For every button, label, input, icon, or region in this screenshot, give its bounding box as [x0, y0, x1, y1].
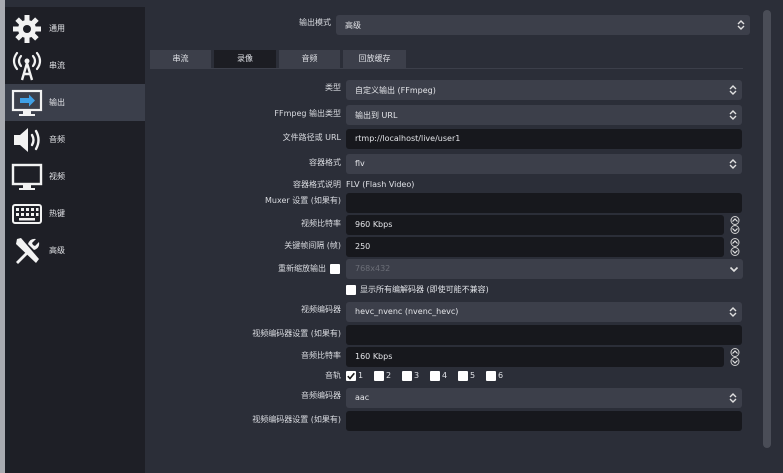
sidebar-item-stream[interactable]: 串流	[5, 47, 145, 84]
audio-track-3-label: 3	[414, 371, 420, 380]
chevron-down-icon	[728, 262, 740, 276]
tab-audio[interactable]: 音频	[279, 50, 340, 68]
file-path-url-label: 文件路径或 URL	[282, 133, 341, 142]
monitor-icon	[11, 161, 43, 193]
audio-track-3-checkbox[interactable]	[402, 371, 412, 381]
output-mode-value: 高级	[345, 21, 361, 30]
settings-sidebar: 通用 串流 输出 音频 视频 热键 高级	[5, 7, 145, 473]
spin-up-down-icon[interactable]	[727, 348, 743, 366]
audio-encoder-settings-label: 视频编码器设置 (如果有)	[252, 415, 341, 424]
audio-track-2-label: 2	[386, 371, 392, 380]
tab-replay-buffer[interactable]: 回放缓存	[343, 50, 406, 68]
audio-track-6-checkbox[interactable]	[486, 371, 496, 381]
video-bitrate-spinbox[interactable]: 960 Kbps	[346, 215, 743, 235]
muxer-settings-input[interactable]	[346, 193, 742, 213]
chevron-up-down-icon	[727, 391, 739, 405]
tab-divider	[150, 68, 743, 69]
audio-track-6-label: 6	[498, 371, 504, 380]
output-mode-select[interactable]: 高级	[336, 15, 750, 35]
ffmpeg-output-type-label: FFmpeg 输出类型	[274, 109, 341, 118]
container-format-value: flv	[355, 159, 365, 168]
type-value: 自定义输出 (FFmpeg)	[355, 86, 436, 95]
sidebar-item-label: 高级	[49, 246, 65, 255]
video-encoder-settings-label: 视频编码器设置 (如果有)	[252, 329, 341, 338]
spin-up-down-icon[interactable]	[727, 238, 743, 256]
rescale-output-checkbox[interactable]	[330, 264, 340, 274]
checkmark-icon	[347, 372, 355, 380]
video-bitrate-label: 视频比特率	[301, 219, 341, 228]
audio-track-4-label: 4	[442, 371, 448, 380]
sidebar-item-label: 视频	[49, 172, 65, 181]
show-all-codecs-label: 显示所有编解码器 (即使可能不兼容)	[360, 285, 489, 294]
audio-encoder-label: 音频编码器	[301, 391, 341, 400]
sidebar-item-general[interactable]: 通用	[5, 10, 145, 47]
show-all-codecs-checkbox[interactable]	[346, 285, 356, 295]
audio-encoder-select[interactable]: aac	[346, 388, 742, 408]
chevron-up-down-icon	[727, 108, 739, 122]
output-mode-label: 输出模式	[299, 18, 331, 27]
container-format-desc-label: 容器格式说明	[293, 180, 341, 189]
gear-icon	[11, 13, 43, 45]
keyframe-interval-label: 关键帧间隔 (帧)	[284, 241, 341, 250]
chevron-up-down-icon	[727, 305, 739, 319]
type-label: 类型	[325, 83, 341, 92]
container-format-label: 容器格式	[309, 158, 341, 167]
rescale-resolution-select[interactable]: 768x432	[346, 259, 743, 279]
audio-bitrate-spinbox[interactable]: 160 Kbps	[346, 347, 743, 367]
tab-stream[interactable]: 串流	[150, 50, 211, 68]
video-encoder-value: hevc_nvenc (nvenc_hevc)	[355, 307, 459, 316]
keyframe-interval-value: 250	[355, 242, 371, 251]
sidebar-item-video[interactable]: 视频	[5, 158, 145, 195]
sidebar-item-label: 音频	[49, 135, 65, 144]
spin-up-down-icon[interactable]	[727, 216, 743, 234]
sidebar-item-label: 串流	[49, 61, 65, 70]
rescale-output-label: 重新缩放输出	[278, 264, 326, 273]
video-encoder-select[interactable]: hevc_nvenc (nvenc_hevc)	[346, 302, 742, 322]
muxer-settings-label: Muxer 设置 (如果有)	[265, 196, 341, 205]
tools-icon	[11, 235, 43, 267]
sidebar-item-advanced[interactable]: 高级	[5, 232, 145, 269]
sidebar-item-label: 输出	[49, 98, 65, 107]
audio-track-4-checkbox[interactable]	[430, 371, 440, 381]
sidebar-item-output[interactable]: 输出	[5, 84, 145, 121]
ffmpeg-output-type-select[interactable]: 输出到 URL	[346, 105, 742, 125]
sidebar-item-label: 热键	[49, 209, 65, 218]
scrollbar-thumb[interactable]	[763, 10, 771, 448]
keyframe-interval-spinbox[interactable]: 250	[346, 237, 743, 257]
chevron-up-down-icon	[727, 157, 739, 171]
file-path-url-input[interactable]: rtmp://localhost/live/user1	[346, 129, 742, 149]
audio-encoder-settings-input[interactable]	[346, 411, 742, 431]
video-encoder-settings-input[interactable]	[346, 325, 742, 345]
speaker-icon	[11, 124, 43, 156]
container-format-desc-value: FLV (Flash Video)	[346, 180, 415, 189]
rescale-resolution-value: 768x432	[355, 264, 391, 273]
video-encoder-label: 视频编码器	[301, 305, 341, 314]
chevron-up-down-icon	[735, 18, 747, 32]
output-monitor-icon	[11, 87, 43, 119]
sidebar-item-hotkeys[interactable]: 热键	[5, 195, 145, 232]
file-path-url-value: rtmp://localhost/live/user1	[355, 134, 461, 143]
audio-track-2-checkbox[interactable]	[374, 371, 384, 381]
chevron-up-down-icon	[727, 83, 739, 97]
keyboard-icon	[11, 198, 43, 230]
audio-bitrate-label: 音频比特率	[301, 351, 341, 360]
container-format-select[interactable]: flv	[346, 154, 742, 174]
sidebar-item-audio[interactable]: 音频	[5, 121, 145, 158]
sidebar-item-label: 通用	[49, 24, 65, 33]
type-select[interactable]: 自定义输出 (FFmpeg)	[346, 80, 742, 100]
audio-encoder-value: aac	[355, 393, 370, 402]
audio-bitrate-value: 160 Kbps	[355, 352, 393, 361]
video-bitrate-value: 960 Kbps	[355, 220, 393, 229]
audio-track-5-label: 5	[470, 371, 476, 380]
audio-track-1-label: 1	[358, 371, 364, 380]
ffmpeg-output-type-value: 输出到 URL	[355, 111, 398, 120]
audio-track-5-checkbox[interactable]	[458, 371, 468, 381]
broadcast-antenna-icon	[11, 50, 43, 82]
audio-tracks-label: 音轨	[325, 371, 341, 380]
tab-recording[interactable]: 录像	[214, 50, 276, 68]
audio-track-1-checkbox[interactable]	[346, 371, 356, 381]
